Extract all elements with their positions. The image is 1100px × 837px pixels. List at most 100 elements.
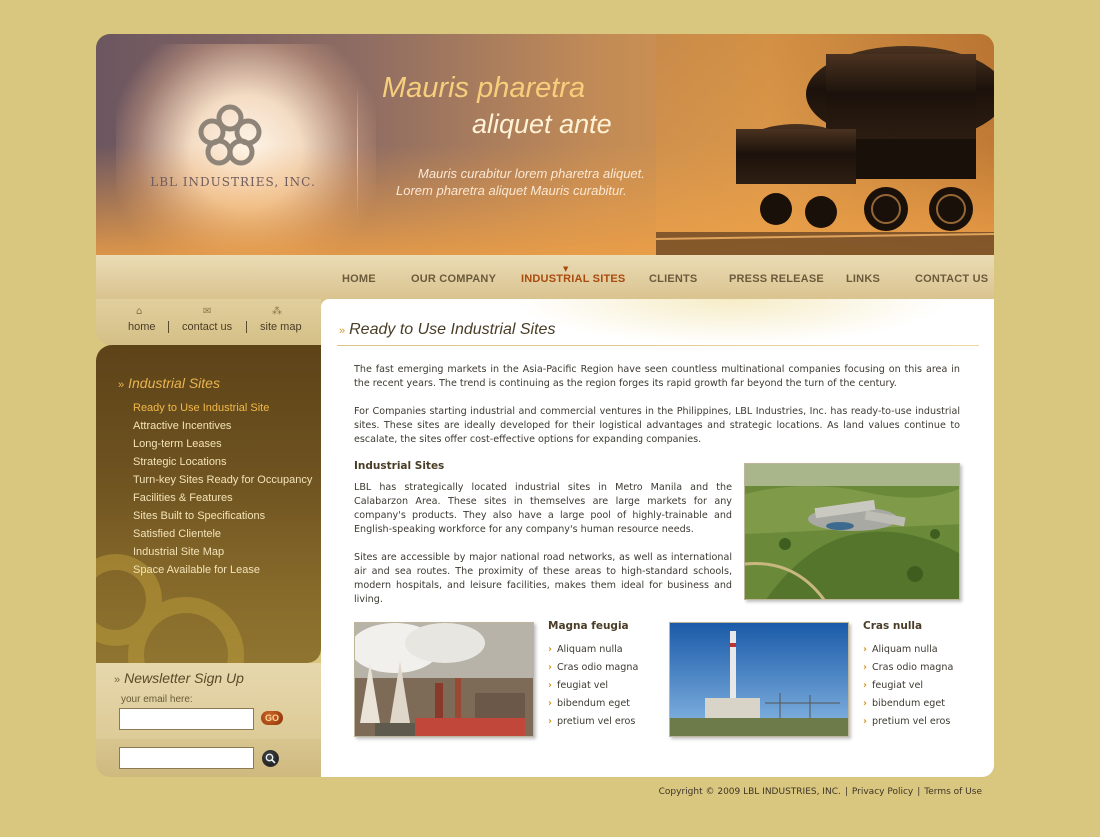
nav-active-indicator-icon: ▼ [563, 265, 569, 273]
newsletter-panel: » Newsletter Sign Up your email here: GO [96, 663, 321, 739]
banner-tagline-2: aliquet ante [472, 109, 612, 139]
util-separator [246, 321, 247, 333]
chevron-right-icon: › [863, 644, 867, 655]
smokestack-art [670, 623, 848, 736]
feature-1-title: Magna feugia [548, 620, 629, 632]
feature-1-list: › Aliquam nulla › Cras odio magna › feugiat… [548, 641, 638, 731]
list-item[interactable]: › Aliquam nulla [863, 641, 953, 659]
list-item[interactable]: › pretium vel eros [548, 713, 638, 731]
title-divider [337, 345, 979, 346]
list-item[interactable]: › feugiat vel [548, 677, 638, 695]
nav-press-release[interactable]: PRESS RELEASE [729, 273, 824, 285]
sidebar-item-turnkey[interactable]: Turn-key Sites Ready for Occupancy [133, 471, 312, 489]
intro-paragraph: The fast emerging markets in the Asia-Pa… [354, 364, 960, 389]
footer: Copyright © 2009 LBL INDUSTRIES, INC. | Pr… [659, 787, 982, 797]
newsletter-title-text: Newsletter Sign Up [124, 670, 244, 686]
go-button[interactable]: GO [261, 711, 283, 725]
chevron-right-icon: › [863, 662, 867, 673]
chevron-right-icon: › [548, 680, 552, 691]
search-icon[interactable] [262, 750, 279, 767]
terms-link[interactable]: Terms of Use [924, 787, 982, 797]
section-heading: Industrial Sites [354, 460, 445, 472]
nav-industrial-sites[interactable]: INDUSTRIAL SITES [521, 273, 625, 285]
logo-flower-icon[interactable] [192, 100, 268, 170]
banner-tagline-1: Mauris pharetra [382, 72, 586, 104]
sidebar-menu: Ready to Use Industrial Site Attractive … [133, 399, 312, 579]
double-chevron-icon: » [114, 674, 121, 686]
chevron-right-icon: › [548, 644, 552, 655]
aerial-photo-art [745, 464, 959, 599]
sidebar-item-leases[interactable]: Long-term Leases [133, 435, 312, 453]
banner-subline-2: Lorem pharetra aliquet Mauris curabitur. [396, 183, 627, 198]
list-item[interactable]: › bibendum eget [548, 695, 638, 713]
footer-separator: | [917, 787, 921, 797]
company-logo-text[interactable]: LBL INDUSTRIES, INC. [148, 175, 318, 189]
access-paragraph: Sites are accessible by major national r… [354, 552, 732, 605]
email-field[interactable] [119, 708, 254, 730]
util-separator [168, 321, 169, 333]
chevron-right-icon: › [863, 680, 867, 691]
envelope-icon[interactable]: ✉ [203, 306, 211, 317]
double-chevron-icon: » [339, 325, 346, 337]
chevron-right-icon: › [548, 662, 552, 673]
sidebar-item-locations[interactable]: Strategic Locations [133, 453, 312, 471]
chevron-right-icon: › [548, 698, 552, 709]
nav-our-company[interactable]: OUR COMPANY [411, 273, 496, 285]
newsletter-title: » Newsletter Sign Up [114, 670, 244, 686]
list-item[interactable]: › Cras odio magna [863, 659, 953, 677]
nav-home[interactable]: HOME [342, 273, 376, 285]
sitemap-icon[interactable]: ⁂ [272, 306, 282, 317]
list-item[interactable]: › bibendum eget [863, 695, 953, 713]
companies-paragraph: For Companies starting industrial and co… [354, 406, 960, 445]
chevron-right-icon: › [548, 716, 552, 727]
email-label: your email here: [121, 694, 193, 705]
sites-paragraph: LBL has strategically located industrial… [354, 482, 732, 535]
home-icon[interactable]: ⌂ [136, 306, 142, 317]
page-title: » Ready to Use Industrial Sites [339, 321, 555, 339]
chevron-right-icon: › [863, 698, 867, 709]
aerial-site-photo [744, 463, 960, 600]
feature-2-title: Cras nulla [863, 620, 923, 632]
banner-divider [357, 84, 358, 219]
copyright-text: Copyright © 2009 LBL INDUSTRIES, INC. [658, 787, 841, 797]
privacy-link[interactable]: Privacy Policy [852, 787, 913, 797]
sidebar-title: » Industrial Sites [118, 375, 220, 391]
util-contact-link[interactable]: contact us [182, 321, 232, 333]
sidebar-item-clientele[interactable]: Satisfied Clientele [133, 525, 312, 543]
sidebar-item-ready-to-use[interactable]: Ready to Use Industrial Site [133, 399, 312, 417]
magnifier-icon [265, 753, 276, 764]
search-panel [96, 739, 321, 777]
power-plant-photo [354, 622, 534, 737]
nav-clients[interactable]: CLIENTS [649, 273, 697, 285]
chevron-right-icon: › [863, 716, 867, 727]
page-title-text: Ready to Use Industrial Sites [349, 321, 556, 338]
sidebar-item-specifications[interactable]: Sites Built to Specifications [133, 507, 312, 525]
sidebar-item-incentives[interactable]: Attractive Incentives [133, 417, 312, 435]
list-item[interactable]: › Cras odio magna [548, 659, 638, 677]
sidebar-item-facilities[interactable]: Facilities & Features [133, 489, 312, 507]
nav-links[interactable]: LINKS [846, 273, 880, 285]
list-item[interactable]: › pretium vel eros [863, 713, 953, 731]
power-plant-art [355, 623, 533, 736]
list-item[interactable]: › feugiat vel [863, 677, 953, 695]
footer-separator: | [844, 787, 848, 797]
double-chevron-icon: » [118, 379, 125, 391]
smokestack-photo [669, 622, 849, 737]
util-home-link[interactable]: home [128, 321, 156, 333]
train-tank-cars-image [656, 34, 994, 255]
main-nav: HOME OUR COMPANY ▼ INDUSTRIAL SITES CLIE… [96, 255, 994, 299]
sidebar: » Industrial Sites Ready to Use Industria… [96, 345, 321, 663]
list-item[interactable]: › Aliquam nulla [548, 641, 638, 659]
banner-subline-1: Mauris curabitur lorem pharetra aliquet. [418, 166, 645, 181]
sidebar-item-space-available[interactable]: Space Available for Lease [133, 561, 312, 579]
main-content: » Ready to Use Industrial Sites The fast … [321, 299, 994, 777]
header-banner: LBL INDUSTRIES, INC. Mauris pharetra ali… [96, 34, 994, 255]
util-sitemap-link[interactable]: site map [260, 321, 302, 333]
title-glow [511, 299, 951, 345]
sidebar-title-text: Industrial Sites [128, 375, 220, 391]
nav-contact-us[interactable]: CONTACT US [915, 273, 988, 285]
feature-2-list: › Aliquam nulla › Cras odio magna › feugiat… [863, 641, 953, 731]
sidebar-item-site-map[interactable]: Industrial Site Map [133, 543, 312, 561]
utility-links: ⌂ home ✉ contact us ⁂ site map [96, 299, 321, 345]
search-input[interactable] [119, 747, 254, 769]
